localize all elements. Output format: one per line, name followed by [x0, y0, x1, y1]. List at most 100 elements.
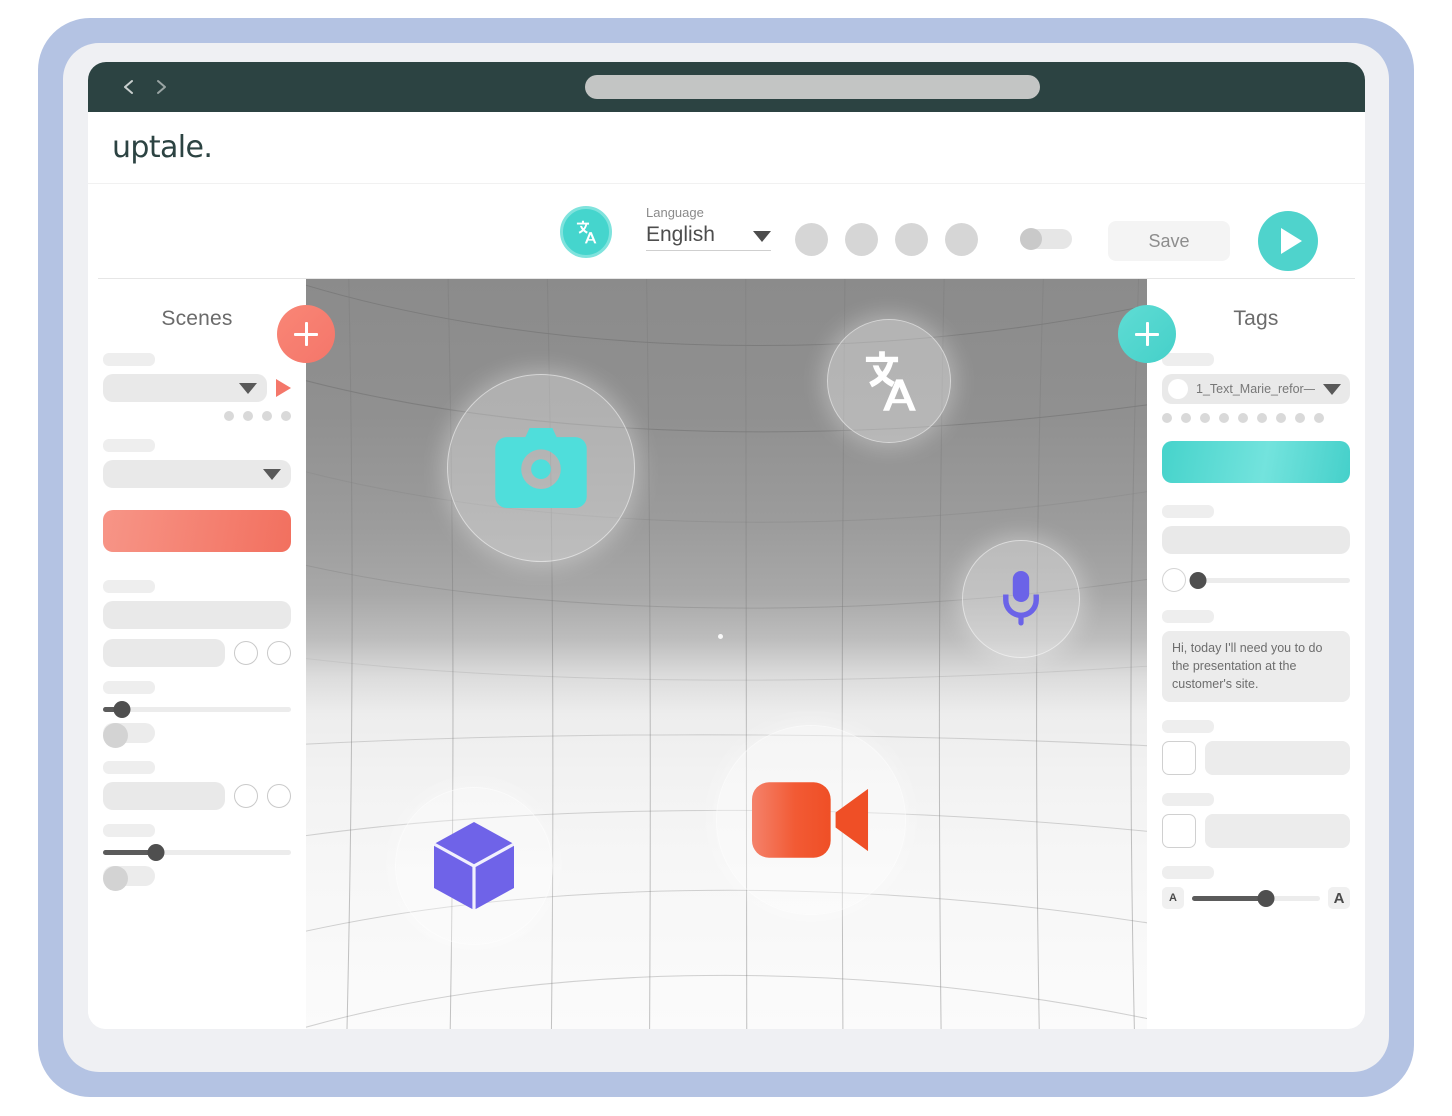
- pagination-dot[interactable]: [224, 411, 234, 421]
- tag-color1-label: [1162, 720, 1214, 733]
- canvas-center-point: [718, 634, 723, 639]
- tag-field1-label: [1162, 505, 1214, 518]
- chevron-right-icon[interactable]: [150, 76, 172, 98]
- toolbar-tool-button-3[interactable]: [895, 223, 928, 256]
- tags-panel-title: Tags: [1147, 279, 1365, 331]
- tag-select-label: [1162, 353, 1214, 366]
- play-triangle-icon[interactable]: [276, 379, 291, 397]
- scenes-panel-title: Scenes: [88, 279, 306, 331]
- scene-group1-input[interactable]: [103, 601, 291, 629]
- language-value: English: [646, 222, 715, 248]
- scene-toggle-2[interactable]: [103, 866, 155, 886]
- scene-slider-2[interactable]: [103, 847, 291, 857]
- toolbar-tool-buttons: [795, 223, 978, 256]
- chevron-down-icon: [239, 383, 257, 394]
- tag-mute-circle[interactable]: [1162, 568, 1186, 592]
- video-hotspot[interactable]: [717, 726, 905, 914]
- chevron-down-icon: [1323, 384, 1341, 395]
- scene-slider-1[interactable]: [103, 704, 291, 714]
- scene-option-circle-3[interactable]: [234, 784, 258, 808]
- toolbar-tool-button-2[interactable]: [845, 223, 878, 256]
- microphone-hotspot[interactable]: [963, 541, 1079, 657]
- slider-track: [103, 707, 291, 712]
- scene-group2-row: [103, 782, 291, 810]
- font-size-decrease-button[interactable]: A: [1162, 887, 1184, 909]
- tag-text-area[interactable]: Hi, today I'll need you to do the presen…: [1162, 631, 1350, 702]
- slider-track: [1195, 578, 1350, 583]
- tag-select[interactable]: 1_Text_Marie_refor—: [1162, 374, 1350, 404]
- tag-color2-input[interactable]: [1205, 814, 1350, 848]
- color-swatch-2[interactable]: [1162, 814, 1196, 848]
- tags-panel: Tags 1_Text_Marie_refor—: [1147, 279, 1365, 1029]
- cube-hotspot[interactable]: [396, 788, 552, 944]
- tag-field1-input[interactable]: [1162, 526, 1350, 554]
- chevron-left-icon[interactable]: [118, 76, 140, 98]
- scene-slider1-label: [103, 681, 155, 694]
- tag-color2-label: [1162, 793, 1214, 806]
- scene-field-label: [103, 353, 155, 366]
- pagination-dot[interactable]: [1295, 413, 1305, 423]
- video-camera-icon: [752, 782, 870, 858]
- language-selector[interactable]: Language English: [646, 204, 771, 251]
- scenes-panel: Scenes: [88, 279, 306, 1029]
- scene-group2-input[interactable]: [103, 782, 225, 810]
- translate-icon: [856, 348, 922, 414]
- pagination-dot[interactable]: [1314, 413, 1324, 423]
- toggle-knob: [103, 866, 128, 891]
- tag-volume-row: [1162, 568, 1350, 592]
- color-swatch-1[interactable]: [1162, 741, 1196, 775]
- slider-knob[interactable]: [147, 844, 164, 861]
- language-dropdown[interactable]: English: [646, 222, 771, 251]
- scene-option-circle-4[interactable]: [267, 784, 291, 808]
- tag-color1-input[interactable]: [1205, 741, 1350, 775]
- play-icon: [1281, 228, 1302, 254]
- browser-nav-buttons: [118, 76, 172, 98]
- font-size-increase-button[interactable]: A: [1328, 887, 1350, 909]
- pagination-dot[interactable]: [1181, 413, 1191, 423]
- pagination-dot[interactable]: [1257, 413, 1267, 423]
- scene-select-2[interactable]: [103, 460, 291, 488]
- translate-icon[interactable]: [560, 206, 612, 258]
- scene-option-circle-2[interactable]: [267, 641, 291, 665]
- scenes-primary-action-button[interactable]: [103, 510, 291, 552]
- cube-3d-icon: [433, 822, 515, 910]
- save-button[interactable]: Save: [1108, 221, 1230, 261]
- font-size-slider[interactable]: [1192, 893, 1320, 903]
- pagination-dot[interactable]: [243, 411, 253, 421]
- camera-icon: [495, 428, 587, 508]
- pagination-dot[interactable]: [1238, 413, 1248, 423]
- slider-knob[interactable]: [113, 701, 130, 718]
- pagination-dot[interactable]: [1200, 413, 1210, 423]
- language-label: Language: [646, 204, 771, 222]
- tag-color1-row: [1162, 741, 1350, 775]
- browser-url-bar[interactable]: [585, 75, 1040, 99]
- add-scene-button[interactable]: [277, 305, 335, 363]
- microphone-icon: [998, 571, 1044, 627]
- pagination-dot[interactable]: [262, 411, 272, 421]
- toolbar-tool-button-1[interactable]: [795, 223, 828, 256]
- chevron-down-icon: [263, 469, 281, 480]
- app-header: uptale.: [88, 112, 1365, 184]
- slider-knob[interactable]: [1190, 572, 1207, 589]
- scene-group1-input-2[interactable]: [103, 639, 225, 667]
- panorama-canvas[interactable]: [306, 279, 1147, 1029]
- scene-select[interactable]: [103, 374, 267, 402]
- tag-volume-slider[interactable]: [1195, 575, 1350, 585]
- pagination-dot[interactable]: [1162, 413, 1172, 423]
- translate-hotspot[interactable]: [828, 320, 950, 442]
- slider-knob[interactable]: [1258, 890, 1275, 907]
- tag-indicator-circle: [1168, 379, 1188, 399]
- add-tag-button[interactable]: [1118, 305, 1176, 363]
- scene-select-row: [103, 374, 291, 402]
- scene-option-circle-1[interactable]: [234, 641, 258, 665]
- camera-hotspot[interactable]: [448, 375, 634, 561]
- pagination-dot[interactable]: [281, 411, 291, 421]
- play-button[interactable]: [1258, 211, 1318, 271]
- tags-primary-action-button[interactable]: [1162, 441, 1350, 483]
- pagination-dot[interactable]: [1276, 413, 1286, 423]
- pagination-dot[interactable]: [1219, 413, 1229, 423]
- scene-toggle-1[interactable]: [103, 723, 155, 743]
- toolbar-tool-button-4[interactable]: [945, 223, 978, 256]
- plus-icon: [294, 322, 318, 346]
- toolbar-toggle-switch[interactable]: [1020, 229, 1072, 249]
